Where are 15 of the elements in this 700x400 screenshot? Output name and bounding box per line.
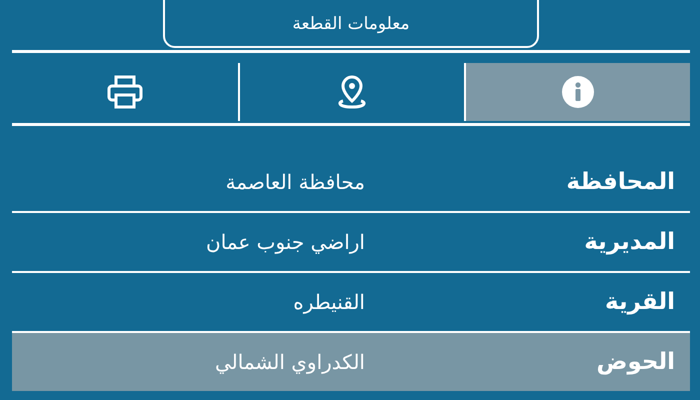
plot-info-button[interactable]: معلومات القطعة (163, 0, 539, 48)
printer-icon (107, 75, 143, 109)
info-row[interactable]: المحافظة محافظة العاصمة (12, 153, 690, 213)
field-value: القنيطره (293, 290, 365, 314)
info-row[interactable]: الحوض الكدراوي الشمالي (12, 333, 690, 391)
info-icon (561, 75, 595, 109)
info-row[interactable]: المديرية اراضي جنوب عمان (12, 213, 690, 273)
field-value: الكدراوي الشمالي (215, 350, 365, 374)
field-label: الحوض (596, 349, 675, 375)
field-label: القرية (604, 289, 675, 315)
field-label: المديرية (583, 229, 675, 255)
info-tab[interactable] (464, 63, 690, 121)
field-label: المحافظة (565, 169, 675, 195)
field-value: اراضي جنوب عمان (206, 230, 365, 254)
field-value: محافظة العاصمة (226, 170, 365, 194)
